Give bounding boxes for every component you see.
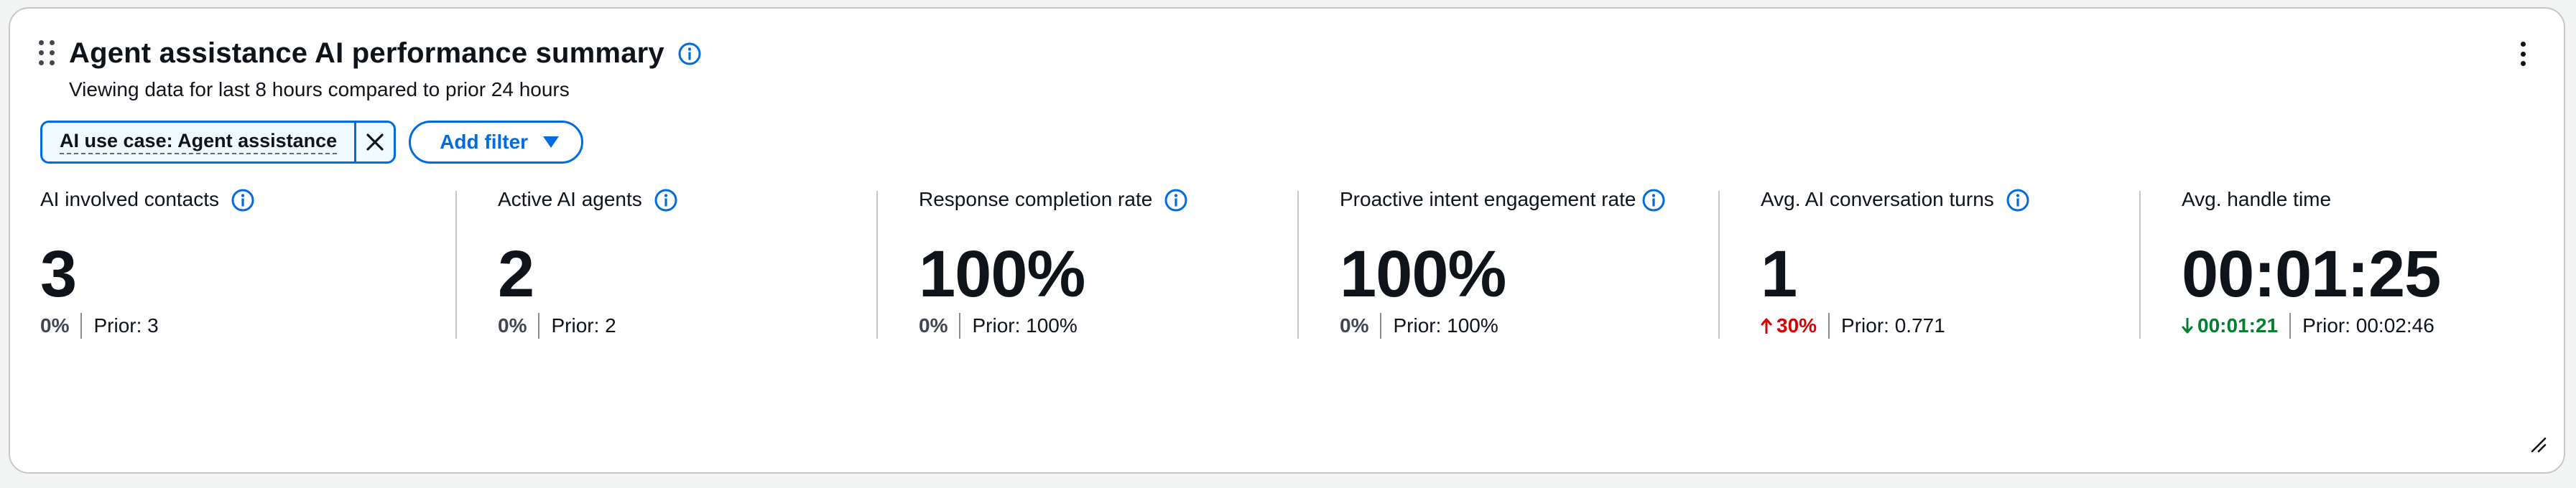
metric-label: AI involved contacts — [40, 188, 220, 210]
info-icon[interactable] — [1164, 188, 1188, 212]
metric-value: 2 — [498, 238, 534, 311]
metric-prior: Prior: 00:02:46 — [2302, 314, 2434, 337]
add-filter-label: Add filter — [440, 131, 529, 153]
info-icon[interactable] — [677, 42, 702, 66]
metric-change: 0% — [919, 314, 948, 337]
divider — [538, 313, 540, 339]
metric-response-completion-rate: Response completion rate 100% 0% Prior: … — [878, 188, 1299, 340]
metric-ai-involved-contacts: AI involved contacts 3 0% Prior: 3 — [40, 188, 457, 340]
metric-value: 1 — [1761, 238, 1797, 311]
metric-prior: Prior: 0.771 — [1841, 314, 1945, 337]
metric-prior: Prior: 100% — [1393, 314, 1498, 337]
metric-change: 0% — [498, 314, 527, 337]
info-icon[interactable] — [231, 188, 255, 212]
metric-avg-handle-time: Avg. handle time 00:01:25 00:01:21 Prior… — [2141, 188, 2544, 340]
resize-handle-icon[interactable] — [2529, 436, 2547, 456]
more-options-icon[interactable] — [2518, 42, 2528, 66]
metric-prior: Prior: 100% — [972, 314, 1078, 337]
metric-proactive-intent-engagement-rate: Proactive intent engagement rate 100% 0%… — [1299, 188, 1720, 340]
metric-change: 30% — [1761, 313, 1828, 339]
info-icon[interactable] — [2006, 188, 2030, 212]
close-icon[interactable] — [354, 123, 394, 161]
metrics-row: AI involved contacts 3 0% Prior: 3 Activ… — [40, 188, 2544, 340]
divider — [2289, 313, 2292, 339]
divider — [80, 313, 83, 339]
arrow-down-icon — [2182, 318, 2193, 334]
filter-bar: AI use case: Agent assistance Add filter — [40, 121, 584, 164]
add-filter-button[interactable]: Add filter — [409, 121, 584, 164]
metric-label: Avg. handle time — [2182, 188, 2332, 210]
widget-subtitle: Viewing data for last 8 hours compared t… — [69, 78, 570, 100]
metric-prior: Prior: 2 — [551, 314, 616, 337]
metric-prior: Prior: 3 — [93, 314, 159, 337]
filter-token-label[interactable]: AI use case: Agent assistance — [42, 123, 354, 161]
metric-value: 100% — [919, 238, 1085, 311]
metric-avg-ai-conversation-turns: Avg. AI conversation turns 1 30% Prior: … — [1720, 188, 2141, 340]
metric-label: Proactive intent engagement rate — [1340, 188, 1636, 210]
performance-summary-widget: Agent assistance AI performance summary … — [9, 7, 2565, 474]
metric-label: Active AI agents — [498, 188, 642, 210]
arrow-up-icon — [1761, 318, 1772, 334]
divider — [1828, 313, 1830, 339]
metric-value: 100% — [1340, 238, 1506, 311]
metric-label: Avg. AI conversation turns — [1761, 188, 1994, 210]
metric-active-ai-agents: Active AI agents 2 0% Prior: 2 — [457, 188, 878, 340]
metric-change: 0% — [40, 314, 70, 337]
caret-down-icon — [543, 136, 560, 148]
metric-change: 0% — [1340, 314, 1369, 337]
widget-title: Agent assistance AI performance summary — [69, 37, 664, 69]
metric-label: Response completion rate — [919, 188, 1153, 210]
metric-change: 00:01:21 — [2182, 313, 2289, 339]
divider — [1380, 313, 1382, 339]
filter-token: AI use case: Agent assistance — [40, 121, 397, 164]
header: Agent assistance AI performance summary — [69, 37, 702, 70]
drag-handle-icon[interactable] — [39, 40, 57, 67]
info-icon[interactable] — [1641, 188, 1666, 212]
metric-value: 00:01:25 — [2182, 238, 2441, 311]
info-icon[interactable] — [654, 188, 678, 212]
divider — [959, 313, 961, 339]
metric-value: 3 — [40, 238, 77, 311]
